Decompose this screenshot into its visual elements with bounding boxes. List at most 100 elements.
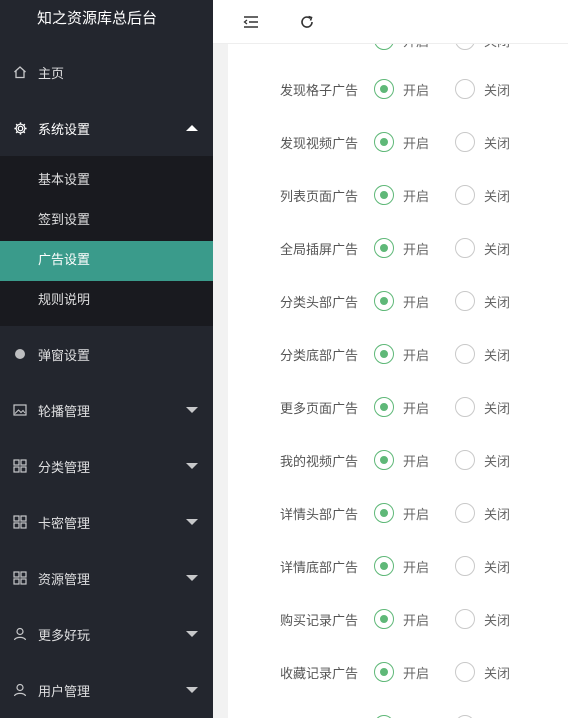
ad-setting-row: 分类底部广告 开启 关闭 xyxy=(228,336,568,372)
radio-enable[interactable]: 开启 xyxy=(374,132,429,152)
radio-enable[interactable]: 开启 xyxy=(374,556,429,576)
radio-label: 关闭 xyxy=(484,189,511,205)
radio-circle xyxy=(374,609,394,629)
radio-circle xyxy=(455,185,475,205)
radio-circle xyxy=(455,238,475,258)
radio-enable[interactable]: 开启 xyxy=(374,185,429,205)
radio-enable[interactable]: 开启 xyxy=(374,238,429,258)
radio-disable[interactable]: 关闭 xyxy=(455,238,510,258)
nav-resources[interactable]: 资源管理 xyxy=(0,550,213,606)
chevron-down-icon xyxy=(186,687,198,693)
radio-disable[interactable]: 关闭 xyxy=(455,185,510,205)
radio-circle xyxy=(374,556,394,576)
nav-label: 分类管理 xyxy=(38,460,91,476)
sub-item-rules[interactable]: 规则说明 xyxy=(0,281,213,321)
radio-circle xyxy=(455,503,475,523)
gear-icon xyxy=(12,120,28,136)
ad-setting-label: 收藏记录广告 xyxy=(279,666,358,682)
ad-setting-label: 全局插屏广告 xyxy=(279,242,358,258)
ad-setting-row: 收藏记录广告 开启 关闭 xyxy=(228,654,568,690)
radio-circle xyxy=(455,609,475,629)
radio-label: 开启 xyxy=(403,83,430,99)
ad-setting-label: 我的视频广告 xyxy=(279,454,358,470)
nav-system-label: 系统设置 xyxy=(38,122,91,138)
radio-circle xyxy=(374,238,394,258)
sub-item-ads[interactable]: 广告设置 xyxy=(0,241,213,281)
ad-setting-row: 详情底部广告 开启 关闭 xyxy=(228,548,568,584)
chevron-down-icon xyxy=(186,463,198,469)
grid-icon xyxy=(12,514,28,530)
nav-system-settings[interactable]: 系统设置 xyxy=(0,100,213,156)
radio-circle xyxy=(455,397,475,417)
image-icon xyxy=(12,402,28,418)
nav-popup-settings[interactable]: 弹窗设置 xyxy=(0,326,213,382)
radio-disable[interactable]: 关闭 xyxy=(455,662,510,682)
radio-circle xyxy=(374,79,394,99)
radio-enable[interactable]: 开启 xyxy=(374,291,429,311)
nav-category[interactable]: 分类管理 xyxy=(0,438,213,494)
radio-disable[interactable]: 关闭 xyxy=(455,503,510,523)
menu-fold-icon[interactable] xyxy=(241,12,261,32)
chevron-down-icon xyxy=(186,519,198,525)
radio-disable[interactable]: 关闭 xyxy=(455,44,510,50)
radio-label: 关闭 xyxy=(484,666,511,682)
sub-item-checkin[interactable]: 签到设置 xyxy=(0,201,213,241)
radio-enable[interactable]: 开启 xyxy=(374,609,429,629)
radio-disable[interactable]: 关闭 xyxy=(455,132,510,152)
radio-circle xyxy=(374,344,394,364)
radio-label: 关闭 xyxy=(484,136,511,152)
radio-enable[interactable]: 开启 xyxy=(374,450,429,470)
radio-circle xyxy=(455,344,475,364)
radio-disable[interactable]: 关闭 xyxy=(455,344,510,364)
sidebar: 知之资源库总后台 主页 系统设置 基本设置 签到设置 广告设置 规则说明 弹窗设… xyxy=(0,0,213,718)
nav-card-key[interactable]: 卡密管理 xyxy=(0,494,213,550)
radio-label: 开启 xyxy=(403,295,430,311)
nav-label: 卡密管理 xyxy=(38,516,91,532)
ad-setting-row: 开启 关闭 xyxy=(228,44,568,58)
chevron-up-icon xyxy=(186,125,198,131)
radio-circle xyxy=(374,291,394,311)
refresh-icon[interactable] xyxy=(297,12,317,32)
radio-disable[interactable]: 关闭 xyxy=(455,291,510,311)
ad-setting-row: 开启关闭 xyxy=(228,707,568,718)
radio-label: 开启 xyxy=(403,401,430,417)
radio-label: 关闭 xyxy=(484,454,511,470)
radio-circle xyxy=(455,44,475,50)
chevron-down-icon xyxy=(186,407,198,413)
radio-circle xyxy=(455,662,475,682)
radio-circle xyxy=(455,556,475,576)
radio-circle xyxy=(374,503,394,523)
radio-enable[interactable]: 开启 xyxy=(374,503,429,523)
radio-enable[interactable]: 开启 xyxy=(374,79,429,99)
nav-label: 资源管理 xyxy=(38,572,91,588)
radio-enable[interactable]: 开启 xyxy=(374,397,429,417)
radio-label: 开启 xyxy=(403,454,430,470)
radio-label: 开启 xyxy=(403,507,430,523)
nav-label: 轮播管理 xyxy=(38,404,91,420)
radio-label: 关闭 xyxy=(484,401,511,417)
sub-item-basic[interactable]: 基本设置 xyxy=(0,161,213,201)
radio-label: 开启 xyxy=(403,136,430,152)
radio-enable[interactable]: 开启 xyxy=(374,44,429,50)
radio-disable[interactable]: 关闭 xyxy=(455,450,510,470)
nav-more-fun[interactable]: 更多好玩 xyxy=(0,606,213,662)
radio-disable[interactable]: 关闭 xyxy=(455,79,510,99)
nav-carousel[interactable]: 轮播管理 xyxy=(0,382,213,438)
radio-disable[interactable]: 关闭 xyxy=(455,609,510,629)
ad-setting-label: 详情头部广告 xyxy=(279,507,358,523)
radio-label: 开启 xyxy=(403,242,430,258)
radio-disable[interactable]: 关闭 xyxy=(455,556,510,576)
user-icon xyxy=(12,682,28,698)
radio-enable[interactable]: 开启 xyxy=(374,662,429,682)
chevron-down-icon xyxy=(186,575,198,581)
nav-users[interactable]: 用户管理 xyxy=(0,662,213,718)
radio-circle xyxy=(374,44,394,50)
radio-label: 开启 xyxy=(403,44,429,50)
radio-label: 关闭 xyxy=(484,560,511,576)
radio-enable[interactable]: 开启 xyxy=(374,344,429,364)
home-icon xyxy=(12,64,28,80)
system-submenu: 基本设置 签到设置 广告设置 规则说明 xyxy=(0,156,213,326)
radio-disable[interactable]: 关闭 xyxy=(455,397,510,417)
radio-circle xyxy=(374,662,394,682)
nav-home[interactable]: 主页 xyxy=(0,44,213,100)
